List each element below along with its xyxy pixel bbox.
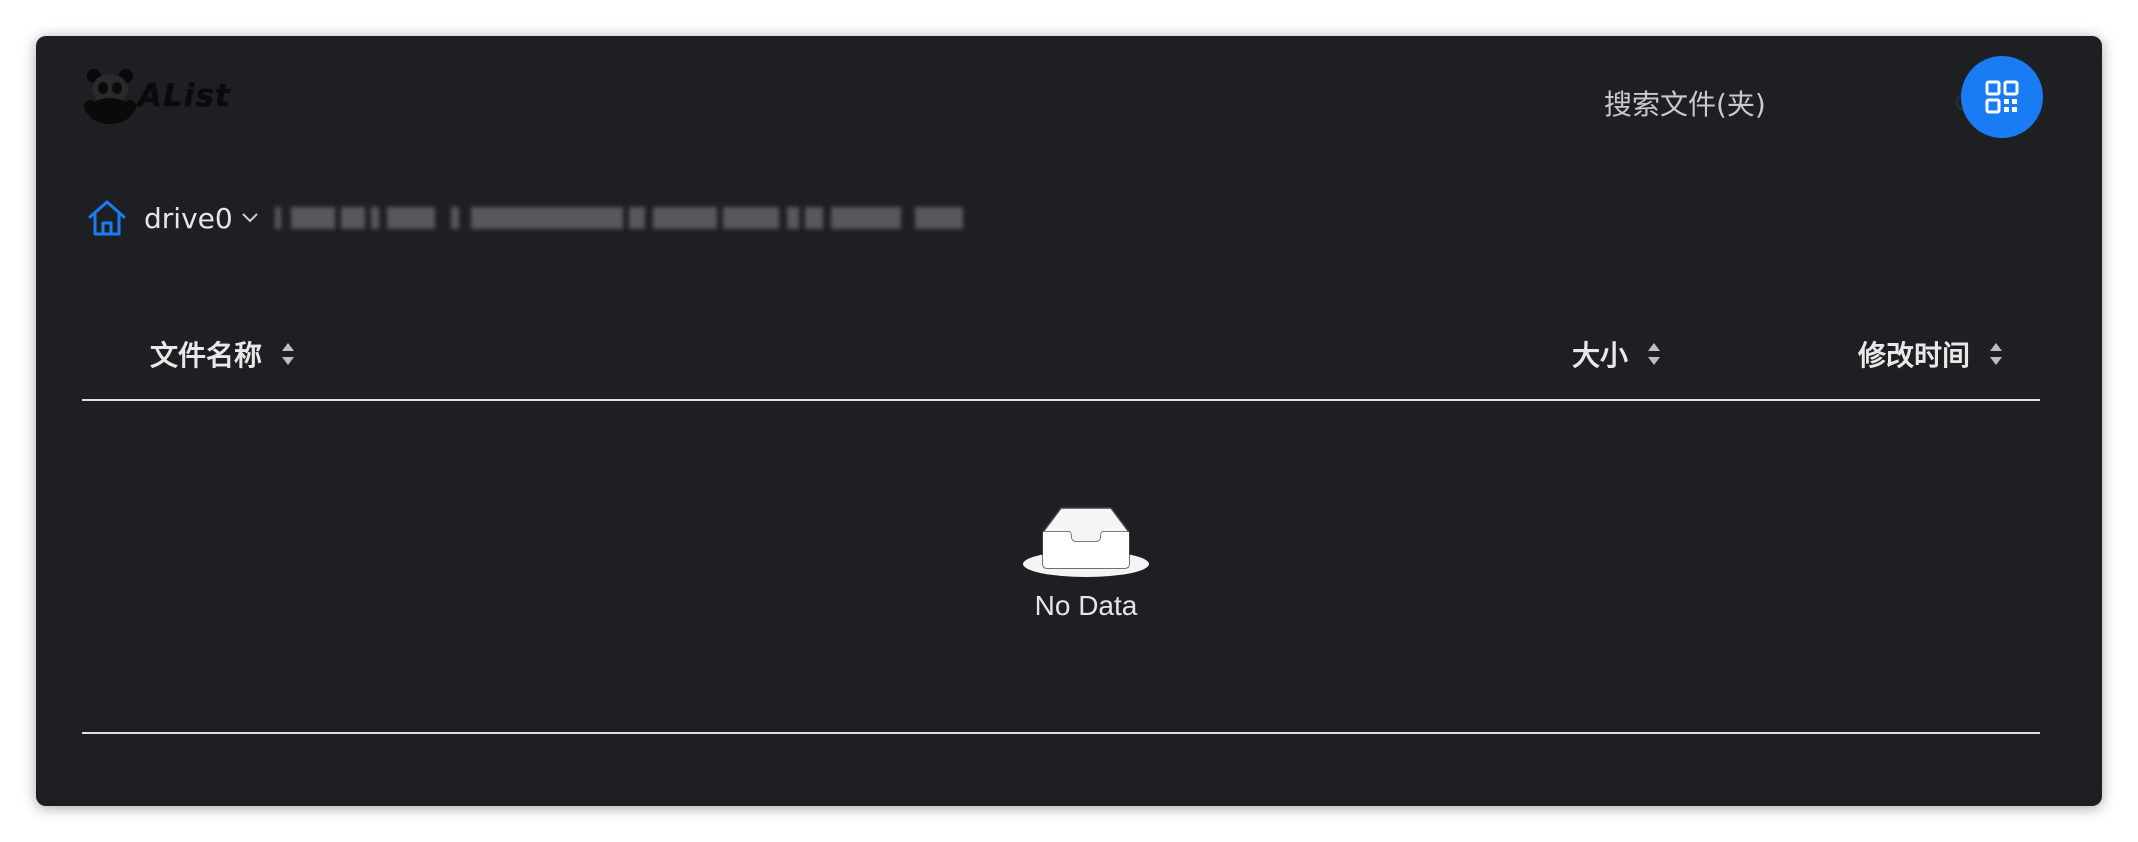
table-header: 文件名称 大小 修改时间 xyxy=(82,326,2040,382)
breadcrumb-path-redacted xyxy=(274,201,1003,235)
empty-state: No Data xyxy=(936,496,1236,646)
breadcrumb: drive0 xyxy=(86,194,1003,242)
column-header-name[interactable]: 文件名称 xyxy=(150,326,296,382)
column-header-label: 修改时间 xyxy=(1858,339,1971,372)
alist-logo[interactable]: AList xyxy=(84,64,244,128)
file-browser-card: AList dri xyxy=(36,36,2102,806)
column-header-label: 大小 xyxy=(1572,339,1629,372)
table-header-divider xyxy=(82,399,2040,401)
column-header-modified[interactable]: 修改时间 xyxy=(1858,326,2004,382)
empty-state-text: No Data xyxy=(1034,590,1138,621)
search-input[interactable] xyxy=(1556,74,1953,134)
logo-text: AList xyxy=(138,78,231,114)
chevron-down-icon[interactable] xyxy=(241,212,259,224)
sort-icon[interactable] xyxy=(1988,341,2004,367)
table-bottom-divider xyxy=(82,732,2040,734)
home-icon[interactable] xyxy=(86,196,130,240)
column-header-label: 文件名称 xyxy=(150,339,263,372)
qr-code-button[interactable] xyxy=(1961,56,2043,138)
column-header-size[interactable]: 大小 xyxy=(1572,326,1662,382)
search-box[interactable] xyxy=(1556,74,1980,134)
qr-code-icon xyxy=(1985,80,2019,114)
panda-icon xyxy=(84,69,136,124)
breadcrumb-drive[interactable]: drive0 xyxy=(144,202,233,235)
sort-icon[interactable] xyxy=(1646,341,1662,367)
empty-inbox-icon xyxy=(1023,507,1149,577)
sort-icon[interactable] xyxy=(280,341,296,367)
